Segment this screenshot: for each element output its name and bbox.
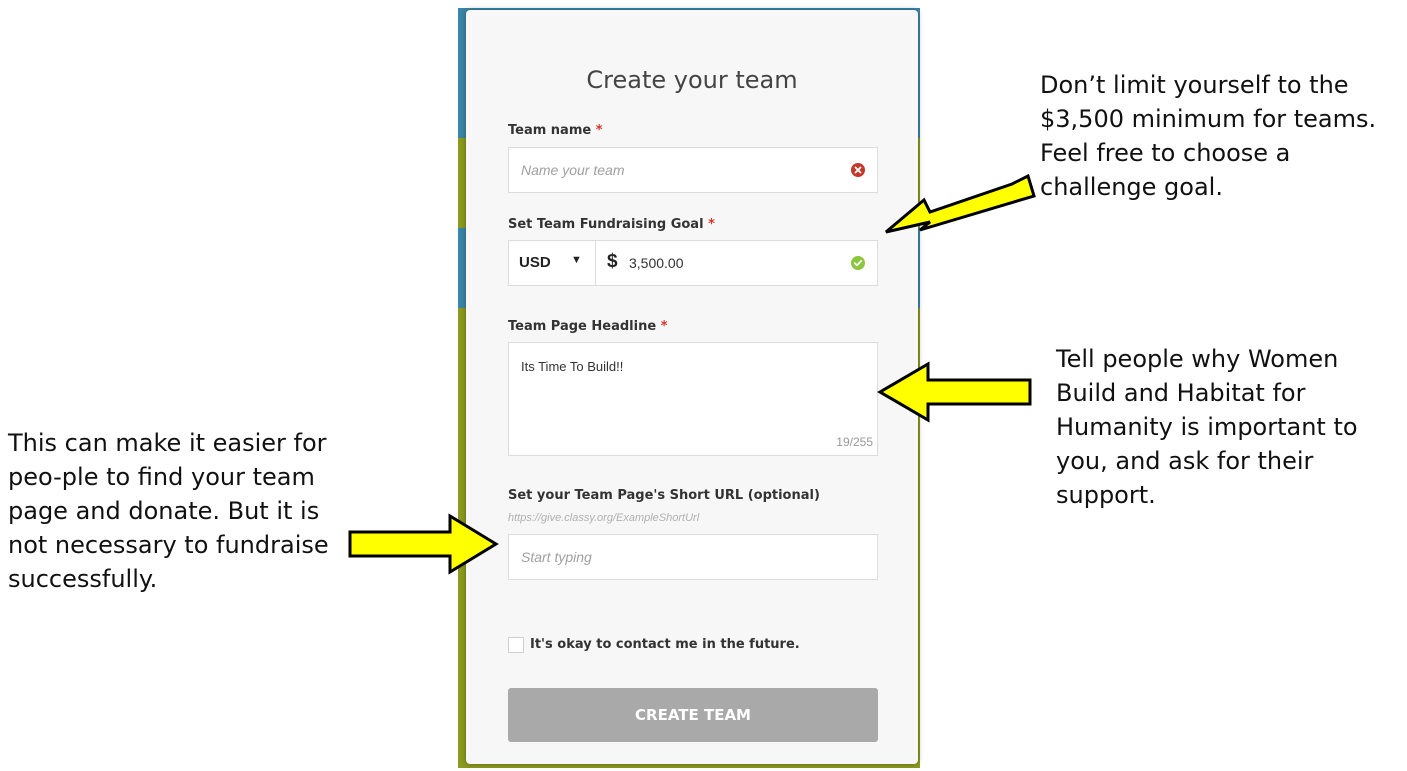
headline-label-text: Team Page Headline — [508, 319, 657, 334]
required-mark: * — [708, 217, 715, 232]
team-name-input[interactable]: Name your team — [508, 147, 878, 193]
check-circle-icon — [851, 256, 865, 270]
modal-title: Create your team — [586, 66, 798, 94]
short-url-placeholder: Start typing — [521, 549, 592, 565]
headline-label: Team Page Headline * — [508, 319, 668, 334]
goal-annotation: Don’t limit yourself to the $3,500 minim… — [1040, 71, 1377, 201]
caret-down-icon: ▼ — [571, 254, 582, 266]
currency-value: USD — [519, 254, 551, 271]
error-circle-icon — [851, 163, 865, 177]
required-mark: * — [595, 123, 603, 138]
goal-input-group: USD ▼ $ 3,500.00 — [508, 240, 878, 286]
team-name-label: Team name * — [508, 123, 603, 138]
character-counter: 19/255 — [836, 435, 873, 449]
goal-label: Set Team Fundraising Goal * — [508, 217, 715, 232]
headline-textarea[interactable]: Its Time To Build!! 19/255 — [508, 342, 878, 456]
short-url-input[interactable]: Start typing — [508, 534, 878, 580]
goal-label-text: Set Team Fundraising Goal — [508, 217, 704, 232]
contact-opt-in-checkbox[interactable] — [508, 637, 524, 653]
headline-value: Its Time To Build!! — [521, 359, 624, 374]
goal-amount-input[interactable]: 3,500.00 — [629, 255, 684, 271]
create-team-modal: Create your team Team name * Name your t… — [466, 10, 918, 764]
team-name-placeholder: Name your team — [521, 162, 625, 178]
create-team-button[interactable]: CREATE TEAM — [508, 688, 878, 742]
short-url-annotation: This can make it easier for peo-ple to f… — [8, 429, 329, 593]
contact-opt-in-label[interactable]: It's okay to contact me in the future. — [530, 637, 800, 652]
short-url-hint: https://give.classy.org/ExampleShortUrl — [508, 512, 700, 524]
required-mark: * — [660, 319, 668, 334]
headline-annotation: Tell people why Women Build and Habitat … — [1056, 345, 1358, 509]
currency-select[interactable]: USD ▼ — [509, 241, 596, 285]
short-url-label: Set your Team Page's Short URL (optional… — [508, 488, 820, 503]
currency-symbol: $ — [607, 251, 618, 272]
team-name-label-text: Team name — [508, 123, 592, 138]
